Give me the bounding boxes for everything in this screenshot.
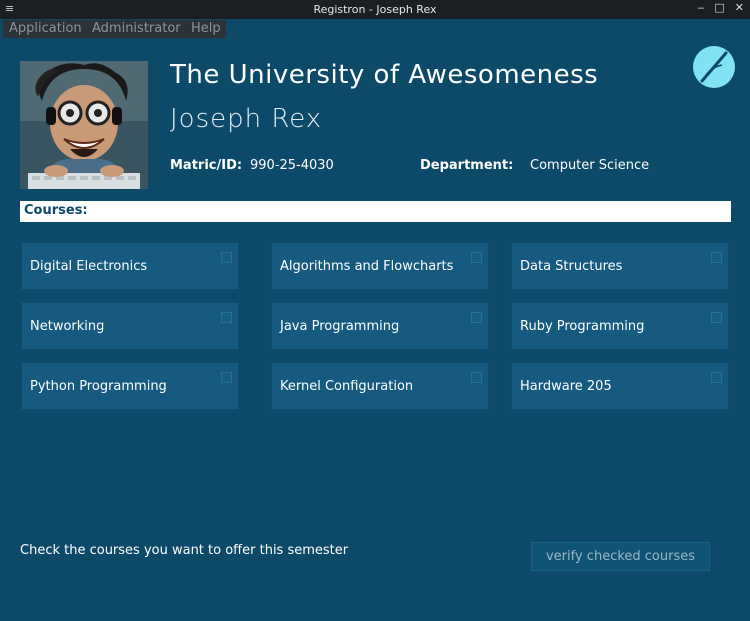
- course-card-algorithms[interactable]: Algorithms and Flowcharts: [271, 242, 489, 290]
- maximize-icon[interactable]: □: [714, 1, 724, 14]
- matric-value: 990-25-4030: [250, 158, 334, 173]
- course-card-hardware[interactable]: Hardware 205: [511, 362, 729, 410]
- course-checkbox[interactable]: [221, 252, 232, 263]
- menu-help[interactable]: Help: [191, 21, 221, 36]
- course-checkbox[interactable]: [471, 252, 482, 263]
- course-checkbox[interactable]: [711, 312, 722, 323]
- course-title: Ruby Programming: [520, 319, 645, 334]
- course-card-data-structures[interactable]: Data Structures: [511, 242, 729, 290]
- course-title: Networking: [30, 319, 105, 334]
- window-title: Registron - Joseph Rex: [313, 3, 437, 16]
- course-title: Hardware 205: [520, 379, 612, 394]
- course-title: Data Structures: [520, 259, 623, 274]
- course-checkbox[interactable]: [471, 312, 482, 323]
- course-checkbox[interactable]: [711, 372, 722, 383]
- course-card-python[interactable]: Python Programming: [21, 362, 239, 410]
- minimize-icon[interactable]: ‒: [697, 1, 704, 14]
- title-bar: ≡ Registron - Joseph Rex ‒ □ ✕: [0, 0, 750, 19]
- course-title: Java Programming: [280, 319, 400, 334]
- avatar: [20, 61, 148, 189]
- course-card-networking[interactable]: Networking: [21, 302, 239, 350]
- close-icon[interactable]: ✕: [735, 1, 744, 14]
- verify-button[interactable]: verify checked courses: [531, 542, 710, 571]
- course-card-java[interactable]: Java Programming: [271, 302, 489, 350]
- department-value: Computer Science: [530, 158, 650, 173]
- department-label: Department:: [420, 158, 514, 173]
- menu-bar: Application Administrator Help: [0, 19, 750, 40]
- course-title: Python Programming: [30, 379, 167, 394]
- courses-heading-bar: Courses:: [20, 201, 731, 222]
- course-title: Digital Electronics: [30, 259, 148, 274]
- course-card-digital-electronics[interactable]: Digital Electronics: [21, 242, 239, 290]
- instruction-text: Check the courses you want to offer this…: [20, 543, 349, 558]
- course-checkbox[interactable]: [711, 252, 722, 263]
- menu-application[interactable]: Application: [9, 21, 82, 36]
- course-checkbox[interactable]: [221, 372, 232, 383]
- course-checkbox[interactable]: [221, 312, 232, 323]
- courses-heading: Courses:: [24, 203, 88, 218]
- course-title: Kernel Configuration: [280, 379, 414, 394]
- matric-label: Matric/ID:: [170, 158, 243, 173]
- course-card-ruby[interactable]: Ruby Programming: [511, 302, 729, 350]
- user-name: Joseph Rex: [170, 104, 323, 134]
- compass-logo-icon: [692, 45, 736, 89]
- course-card-kernel[interactable]: Kernel Configuration: [271, 362, 489, 410]
- course-title: Algorithms and Flowcharts: [280, 259, 454, 274]
- university-title: The University of Awesomeness: [170, 60, 599, 90]
- course-checkbox[interactable]: [471, 372, 482, 383]
- menu-administrator[interactable]: Administrator: [92, 21, 181, 36]
